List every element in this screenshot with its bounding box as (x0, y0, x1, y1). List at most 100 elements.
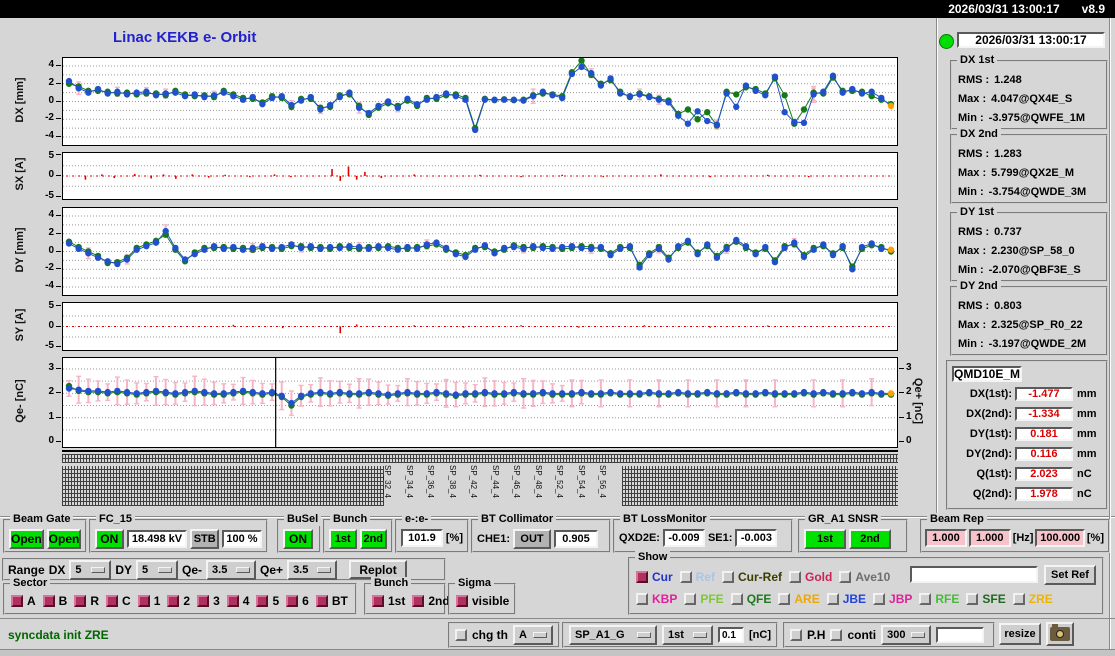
plot-sy-canvas[interactable] (62, 302, 898, 351)
option-menu-bar-icon (911, 632, 926, 638)
sector-checkbox-6[interactable] (286, 595, 299, 607)
range-dy-select[interactable]: 5 (136, 559, 179, 580)
y-tick-label: 0 (48, 169, 54, 180)
threshold-input[interactable] (718, 627, 744, 643)
sector-checkbox-2[interactable] (167, 595, 180, 607)
bunch-filter-item-1st[interactable]: 1st (372, 594, 405, 608)
sector-checkbox-bt[interactable] (315, 595, 328, 607)
show-checkbox-ref[interactable] (679, 571, 692, 583)
bpm-label-SP_56_4: SP_56_4 (598, 465, 607, 498)
application-window: 2026/03/31 13:00:17 v8.9 Linac KEKB e- O… (0, 0, 1115, 656)
sector-checkbox-r[interactable] (74, 595, 87, 607)
stats-row: Min : -2.070@QBF3E_S (952, 260, 1106, 279)
beam-gate-open-1-button[interactable]: Open (9, 529, 44, 549)
bunch-filter-item-2nd[interactable]: 2nd (412, 594, 450, 608)
sector-checkbox-3[interactable] (197, 595, 210, 607)
right-panel: 2026/03/31 13:00:17 DX 1st RMS : 1.248 Max … (938, 18, 1114, 516)
sector-label: 1 (153, 594, 161, 608)
show-checkbox-gold[interactable] (789, 571, 802, 583)
sector-item-a[interactable]: A (11, 594, 36, 608)
sector-label: 2 (183, 594, 191, 608)
gr-a1-2nd-button[interactable]: 2nd (849, 529, 891, 549)
stats-value: 2.230@SP_58_0 (991, 245, 1075, 257)
range-qep-select[interactable]: 3.5 (287, 559, 338, 580)
sector-item-1[interactable]: 1 (137, 594, 161, 608)
bpm-label-SP_42_4: SP_42_4 (469, 465, 478, 498)
show-checkbox-ave10[interactable] (839, 571, 852, 583)
conti-label: conti (847, 628, 877, 642)
plot-dy-canvas[interactable] (62, 207, 898, 296)
che1-out-button[interactable]: OUT (513, 529, 552, 549)
bunch-select[interactable]: 1st (662, 625, 713, 645)
set-ref-input[interactable] (910, 566, 1038, 583)
busel-title: BuSel (284, 513, 322, 526)
sigma-item-visible[interactable]: visible (456, 594, 509, 608)
sector-checkbox-1[interactable] (137, 595, 150, 607)
sector-checkbox-c[interactable] (106, 595, 119, 607)
stats-key: Max : (958, 93, 987, 105)
sector-item-r[interactable]: R (74, 594, 99, 608)
bpm-monitor-label: DY(2nd): (966, 448, 1012, 460)
ph-checkbox[interactable] (790, 629, 802, 641)
threshold-unit-label: [nC] (749, 629, 771, 641)
bunch-1st-button[interactable]: 1st (329, 529, 357, 549)
plot-sx-canvas[interactable] (62, 152, 898, 200)
show-item-gold[interactable]: Gold (789, 570, 832, 584)
sector-checkbox-5[interactable] (256, 595, 269, 607)
y-tick-label: 0 (48, 435, 54, 447)
resize-button[interactable]: resize (999, 623, 1041, 645)
chg-th-checkbox[interactable] (455, 629, 467, 641)
extra-input[interactable] (936, 627, 985, 643)
y-tick-mark (56, 64, 61, 66)
bpm-monitor-row: Q(2nd): 1.978 nC (948, 484, 1106, 504)
set-ref-button[interactable]: Set Ref (1044, 565, 1096, 585)
show-item-cur[interactable]: Cur (636, 570, 673, 584)
beam-gate-open-2-button[interactable]: Open (46, 529, 82, 549)
screenshot-button[interactable] (1046, 622, 1074, 646)
bpm-monitor-value: 0.181 (1015, 427, 1073, 441)
gr-a1-1st-button[interactable]: 1st (804, 529, 846, 549)
bpm-select[interactable]: SP_A1_G (569, 625, 658, 645)
sector-item-c[interactable]: C (106, 594, 131, 608)
ee-ratio-title: e-:e- (402, 513, 432, 526)
stats-value: 5.799@QX2E_M (991, 167, 1075, 179)
sector-item-6[interactable]: 6 (286, 594, 309, 608)
sigma-checkbox-visible[interactable] (456, 595, 468, 607)
mode-select[interactable]: A (513, 625, 553, 645)
show-item-cur-ref[interactable]: Cur-Ref (722, 570, 782, 584)
sector-checkbox-4[interactable] (226, 595, 239, 607)
count-select[interactable]: 300 (881, 625, 932, 645)
bunch-filter-checkbox-2nd[interactable] (412, 595, 425, 607)
sector-item-bt[interactable]: BT (315, 594, 348, 608)
sector-checkbox-b[interactable] (42, 595, 55, 607)
show-checkbox-cur-ref[interactable] (722, 571, 735, 583)
stats-key: Min : (958, 338, 984, 350)
fc15-stb-button[interactable]: STB (190, 529, 220, 549)
bunch-filter-checkbox-1st[interactable] (372, 595, 384, 607)
show-item-ave10[interactable]: Ave10 (839, 570, 890, 584)
bunch-filter-title: Bunch (371, 577, 412, 590)
sector-item-3[interactable]: 3 (197, 594, 220, 608)
sector-item-2[interactable]: 2 (167, 594, 190, 608)
bpm-monitor-title: QMD10E_M (952, 366, 1023, 382)
show-checkbox-cur[interactable] (636, 571, 648, 583)
busel-on-button[interactable]: ON (283, 529, 313, 549)
conti-checkbox[interactable] (830, 629, 843, 641)
plot-qe-canvas[interactable] (62, 357, 898, 448)
sector-group: Sector A B R C 1 2 3 4 5 6 BT (3, 577, 357, 615)
sector-item-4[interactable]: 4 (226, 594, 249, 608)
bpm-monitor-unit: mm (1077, 448, 1097, 460)
fc15-on-button[interactable]: ON (95, 529, 124, 549)
sector-item-5[interactable]: 5 (256, 594, 279, 608)
bunch-2nd-button[interactable]: 2nd (359, 529, 387, 549)
y-tick-mark (56, 325, 61, 327)
sector-label: 3 (213, 594, 220, 608)
range-qem-select[interactable]: 3.5 (206, 559, 257, 580)
timestamp-field: 2026/03/31 13:00:17 (957, 32, 1105, 48)
bpm-label-SP_38_4: SP_38_4 (447, 465, 457, 498)
range-dx-select[interactable]: 5 (69, 559, 112, 580)
sector-checkbox-a[interactable] (11, 595, 23, 607)
show-item-ref[interactable]: Ref (679, 570, 715, 584)
sector-item-b[interactable]: B (42, 594, 67, 608)
plot-dx-canvas[interactable] (62, 57, 898, 146)
